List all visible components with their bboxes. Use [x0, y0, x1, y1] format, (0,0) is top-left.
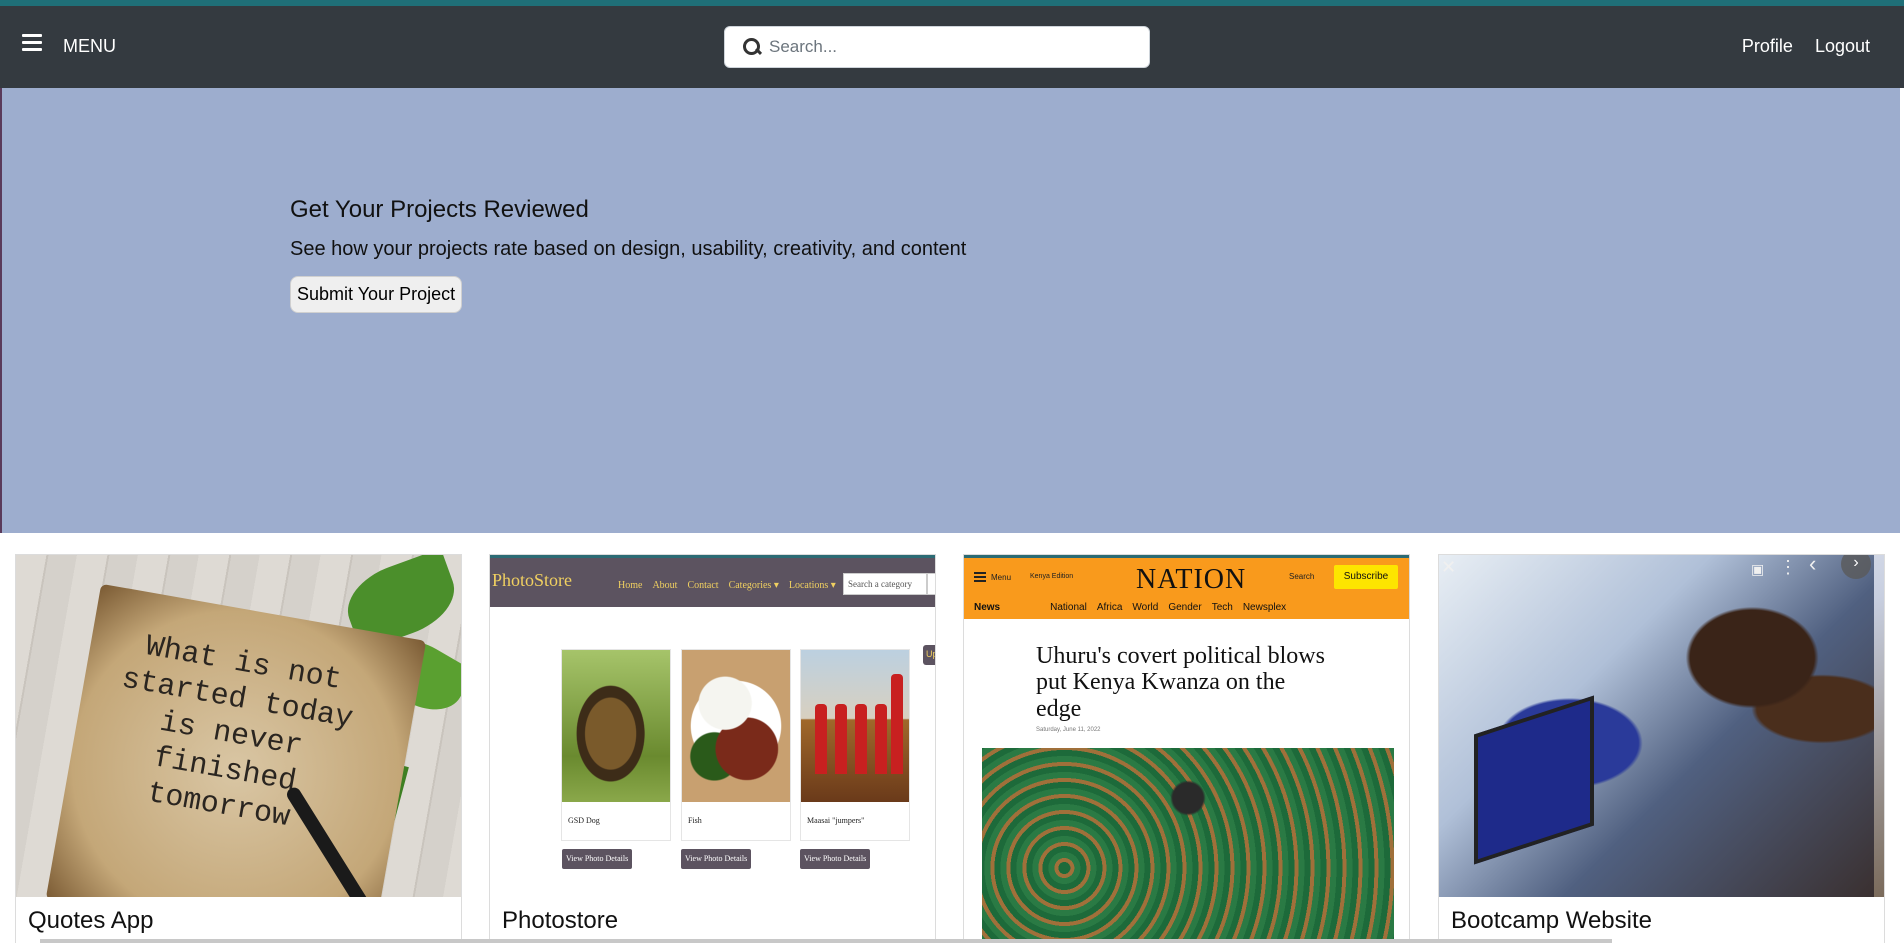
hero-banner: Get Your Projects Reviewed See how your …: [0, 88, 1900, 533]
photostore-upload-button: Up: [923, 645, 935, 665]
nation-news-photo: [982, 748, 1394, 943]
screenshot-icon: ▣: [1751, 561, 1765, 577]
nation-tab: Newsplex: [1242, 602, 1287, 613]
photo-card: Maasai "jumpers": [800, 649, 910, 841]
photo-caption: Fish: [688, 816, 702, 825]
photostore-nav-links: Home About Contact Categories ▾ Location…: [618, 580, 836, 591]
project-card-nation[interactable]: Menu Kenya Edition NATION Search Subscri…: [963, 554, 1410, 943]
nation-tab: Tech: [1211, 602, 1233, 613]
nation-tab: Africa: [1096, 602, 1123, 613]
nation-tab: World: [1132, 602, 1159, 613]
nation-tabs: News National Africa World Gender Tech N…: [974, 602, 1286, 613]
nation-headline: Uhuru's covert political blows put Kenya…: [1036, 643, 1325, 722]
nation-date: Saturday, June 11, 2022: [1036, 727, 1101, 733]
view-photo-details-button: View Photo Details: [562, 849, 633, 869]
image-viewer: ✕ ▣ ⋮ ‹ ›: [1439, 555, 1874, 897]
view-photo-details-button: View Photo Details: [800, 849, 871, 869]
navbar: MENU Profile Logout: [0, 6, 1904, 88]
nation-edition: Kenya Edition: [1030, 573, 1074, 580]
photo-maasai: [801, 650, 909, 802]
photostore-nav-link: About: [652, 580, 678, 591]
nation-tab: Gender: [1168, 602, 1202, 613]
photo-dog: [562, 650, 670, 802]
search-input[interactable]: [769, 37, 1139, 57]
search-box[interactable]: [724, 26, 1150, 68]
nation-header: Menu Kenya Edition NATION Search Subscri…: [964, 555, 1409, 619]
nation-menu-label: Menu: [991, 572, 1012, 582]
nation-menu: Menu: [974, 572, 1011, 582]
project-grid: What is not started today is never finis…: [15, 554, 1889, 943]
photostore-navbar: PhotoStore Home About Contact Categories…: [490, 555, 935, 607]
project-title[interactable]: Bootcamp Website: [1451, 907, 1652, 935]
menu-label[interactable]: MENU: [63, 36, 116, 57]
hero-title: Get Your Projects Reviewed: [290, 196, 589, 223]
hero-subtitle: See how your projects rate based on desi…: [290, 238, 967, 260]
view-photo-details-button: View Photo Details: [681, 849, 752, 869]
nation-tab: National: [1050, 602, 1087, 613]
photostore-nav-link: Home: [618, 580, 643, 591]
project-thumbnail[interactable]: What is not started today is never finis…: [16, 555, 461, 897]
photostore-search-icon: [927, 573, 935, 595]
close-icon: ✕: [1441, 557, 1457, 577]
photo-caption: Maasai "jumpers": [807, 816, 865, 825]
project-thumbnail[interactable]: PhotoStore Home About Contact Categories…: [490, 555, 935, 897]
project-thumbnail[interactable]: Menu Kenya Edition NATION Search Subscri…: [964, 555, 1409, 943]
photostore-nav-link: Contact: [687, 580, 719, 591]
more-options-icon: ⋮: [1779, 557, 1797, 577]
project-card-quotes-app[interactable]: What is not started today is never finis…: [15, 554, 462, 943]
photo-fish: [682, 650, 790, 802]
photo-card: GSD Dog: [561, 649, 671, 841]
nav-right-links: Profile Logout: [1742, 36, 1870, 57]
previous-icon: ‹: [1809, 555, 1817, 576]
nation-search-label: Search: [1289, 572, 1315, 581]
hamburger-menu-icon[interactable]: [22, 34, 42, 52]
photostore-brand: PhotoStore: [492, 570, 573, 590]
photostore-search: Search a category: [843, 573, 927, 595]
submit-project-button[interactable]: Submit Your Project: [290, 276, 463, 313]
photostore-nav-link: Locations ▾: [788, 580, 836, 591]
photostore-nav-link: Categories ▾: [728, 580, 779, 591]
photo-caption: GSD Dog: [568, 816, 600, 825]
horizontal-scrollbar[interactable]: [40, 939, 1612, 943]
photo-card: Fish: [681, 649, 791, 841]
project-title[interactable]: Quotes App: [28, 907, 153, 935]
search-icon: [743, 38, 761, 56]
nation-logo: NATION: [1136, 564, 1247, 595]
hamburger-icon: [974, 572, 986, 582]
profile-link[interactable]: Profile: [1742, 36, 1793, 57]
logout-link[interactable]: Logout: [1815, 36, 1870, 57]
nation-tab: News: [974, 602, 1001, 613]
project-card-photostore[interactable]: PhotoStore Home About Contact Categories…: [489, 554, 936, 943]
nation-subscribe-button: Subscribe: [1334, 565, 1398, 589]
project-title[interactable]: Photostore: [502, 907, 618, 935]
project-thumbnail[interactable]: ✕ ▣ ⋮ ‹ ›: [1439, 555, 1884, 897]
project-card-bootcamp-website[interactable]: ✕ ▣ ⋮ ‹ › Bootcamp Website: [1438, 554, 1885, 943]
